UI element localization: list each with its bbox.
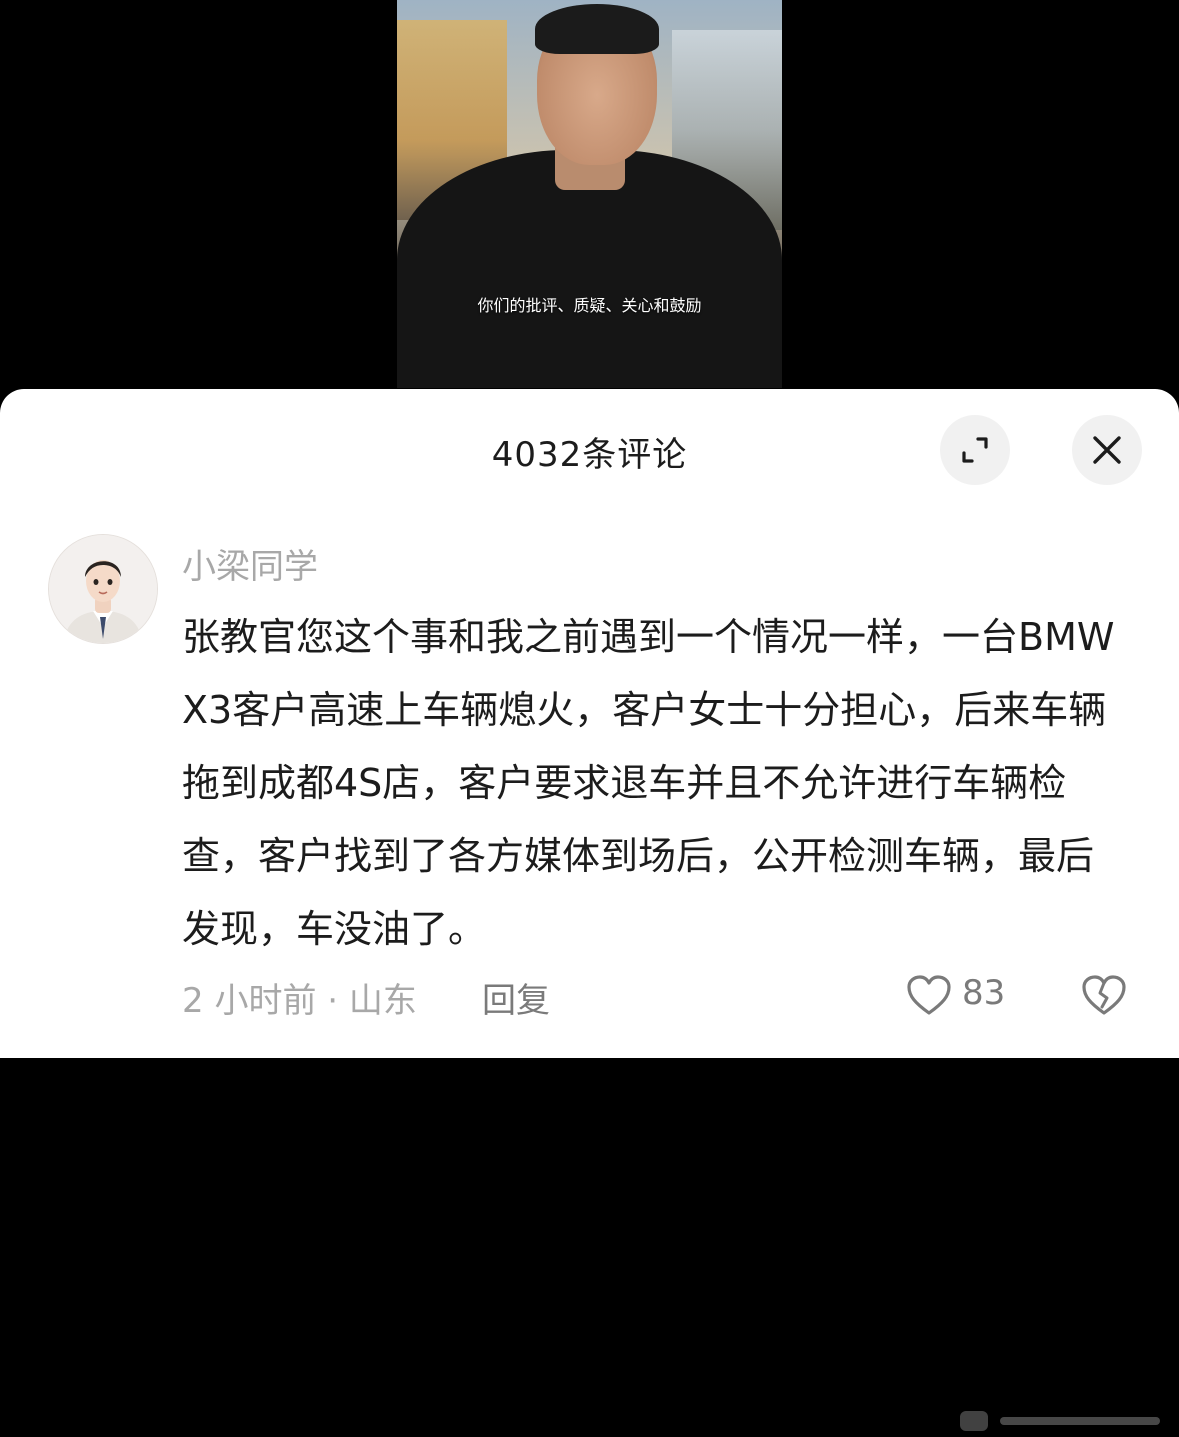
expand-button[interactable] <box>940 415 1010 485</box>
video-person-hair <box>535 4 659 54</box>
watermark-logo <box>960 1411 1160 1431</box>
close-icon <box>1093 436 1121 464</box>
comments-sheet: 4032条评论 小梁同学 张教官您这个事和我之前遇到一个情况一样，一台BMW X… <box>0 389 1179 1431</box>
expand-icon <box>962 437 988 463</box>
comment-text: 张教官您这个事和我之前遇到一个情况一样，一台BMW X3客户高速上车辆熄火，客户… <box>182 615 1115 951</box>
comment-username[interactable]: 小梁同学 <box>182 539 318 588</box>
close-button[interactable] <box>1072 415 1142 485</box>
video-subtitle: 你们的批评、质疑、关心和鼓励 <box>477 296 702 315</box>
comment-time-location: 2 小时前 · 山东 <box>182 981 417 1021</box>
video-frame[interactable]: 你们的批评、质疑、关心和鼓励 <box>397 0 782 388</box>
avatar[interactable] <box>48 534 158 644</box>
reply-button[interactable]: 回复 <box>482 973 550 1022</box>
like-count: 83 <box>962 973 1006 1013</box>
avatar-illustration <box>49 535 157 643</box>
video-player[interactable]: 你们的批评、质疑、关心和鼓励 <box>0 0 1179 420</box>
broken-heart-icon[interactable] <box>1080 973 1128 1017</box>
heart-outline-icon[interactable] <box>905 973 953 1017</box>
